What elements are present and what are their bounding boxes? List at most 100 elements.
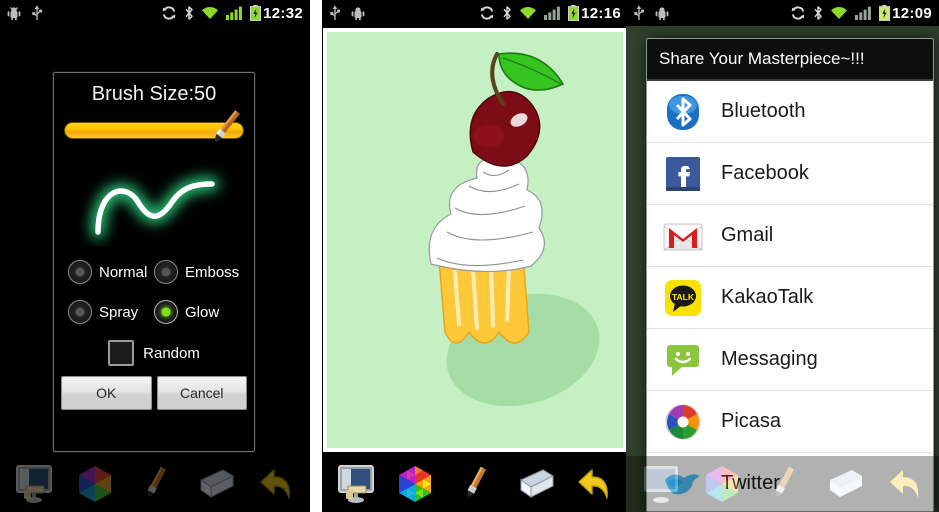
eraser-icon[interactable] [510,459,560,509]
bottom-toolbar [626,456,939,512]
bluetooth-app-icon [661,90,705,134]
battery-icon [250,5,262,21]
radio-dot-spray[interactable] [68,300,92,324]
status-bar: 12:16 [322,0,628,26]
radio-row: Spray Glow [68,300,240,324]
bluetooth-icon [813,5,823,21]
brush-mode-radio-group: Normal Emboss Spray Glow [68,260,240,324]
battery-icon [568,5,580,21]
share-item-bluetooth[interactable]: Bluetooth [647,81,933,143]
status-clock: 12:32 [263,4,303,22]
android-debug-icon [7,6,21,21]
radio-row: Normal Emboss [68,260,240,284]
radio-option-normal[interactable]: Normal [68,260,154,284]
status-right-icons [161,5,262,21]
share-label: Gmail [721,224,774,246]
color-palette-icon[interactable] [697,459,747,509]
brush-size-slider[interactable] [64,110,244,144]
status-bar: 12:32 [0,0,310,26]
panel-separator [310,0,322,512]
share-target-list: Bluetooth Facebook Gmail TALK KakaoTalk … [647,81,933,511]
brush-icon[interactable] [450,459,500,509]
share-label: Picasa [721,410,782,432]
signal-icon [226,6,243,20]
status-left-icons [633,5,669,21]
radio-option-spray[interactable]: Spray [68,300,154,324]
radio-label-glow: Glow [185,303,220,321]
random-checkbox-row[interactable]: Random [54,340,254,366]
share-dialog-title: Share Your Masterpiece~!!! [647,39,933,81]
status-right-icons [790,5,891,21]
ok-button[interactable]: OK [61,376,152,410]
wifi-icon [830,6,848,20]
share-label: KakaoTalk [721,286,814,308]
new-canvas-icon[interactable] [636,459,686,509]
signal-icon [855,6,872,20]
battery-icon [879,5,891,21]
radio-dot-glow[interactable] [154,300,178,324]
status-left-icons [329,5,365,21]
share-dialog: Share Your Masterpiece~!!! Bluetooth Fac… [646,38,934,512]
brush-settings-dialog: Brush Size:50 Normal Emboss Spray Glow R… [53,72,255,452]
random-checkbox-label: Random [143,344,200,362]
paintbrush-thumb-icon[interactable] [202,106,248,152]
android-debug-icon [655,6,669,21]
drawing-canvas-frame [323,28,627,452]
android-debug-icon [351,6,365,21]
share-item-kakaotalk[interactable]: TALK KakaoTalk [647,267,933,329]
drawing-canvas[interactable] [327,32,623,448]
share-label: Messaging [721,348,818,370]
share-item-picasa[interactable]: Picasa [647,391,933,453]
share-label: Bluetooth [721,100,806,122]
svg-text:TALK: TALK [672,292,695,302]
eraser-icon[interactable] [190,459,240,509]
panel-share: 12:09 Share Your Masterpiece~!!! Bluetoo… [626,0,939,512]
wifi-icon [519,6,537,20]
radio-option-glow[interactable]: Glow [154,300,240,324]
facebook-app-icon [661,152,705,196]
panel-brush-settings: 12:32 Brush Size:50 Normal Emboss Spray … [0,0,310,512]
share-item-messaging[interactable]: Messaging [647,329,933,391]
status-bar: 12:09 [626,0,939,26]
bottom-toolbar [322,456,628,512]
status-right-icons [479,5,580,21]
share-item-gmail[interactable]: Gmail [647,205,933,267]
cancel-button[interactable]: Cancel [156,376,247,410]
radio-label-emboss: Emboss [185,263,240,281]
sync-icon [790,5,806,21]
radio-dot-normal[interactable] [68,260,92,284]
signal-icon [544,6,561,20]
wifi-icon [201,6,219,20]
bottom-toolbar [0,456,310,512]
new-canvas-icon[interactable] [9,459,59,509]
radio-label-spray: Spray [99,303,139,321]
color-palette-icon[interactable] [390,459,440,509]
radio-dot-emboss[interactable] [154,260,178,284]
usb-icon [633,5,645,21]
picasa-app-icon [661,400,705,444]
color-palette-icon[interactable] [70,459,120,509]
panel-canvas: 12:16 [322,0,628,512]
sync-icon [479,5,495,21]
undo-icon[interactable] [880,459,930,509]
radio-label-normal: Normal [99,263,148,281]
kakaotalk-app-icon: TALK [661,276,705,320]
brush-icon[interactable] [130,459,180,509]
brush-preview [64,154,244,246]
brush-icon[interactable] [758,459,808,509]
eraser-icon[interactable] [819,459,869,509]
gmail-app-icon [661,214,705,258]
new-canvas-icon[interactable] [331,459,381,509]
radio-option-emboss[interactable]: Emboss [154,260,240,284]
random-checkbox[interactable] [108,340,135,366]
status-left-icons [7,5,43,21]
bluetooth-icon [502,5,512,21]
usb-icon [329,5,341,21]
sync-icon [161,5,177,21]
bluetooth-icon [184,5,194,21]
undo-icon[interactable] [251,459,301,509]
undo-icon[interactable] [569,459,619,509]
screenshot-stage: 12:32 Brush Size:50 Normal Emboss Spray … [0,0,939,512]
share-item-facebook[interactable]: Facebook [647,143,933,205]
status-clock: 12:09 [892,4,932,22]
